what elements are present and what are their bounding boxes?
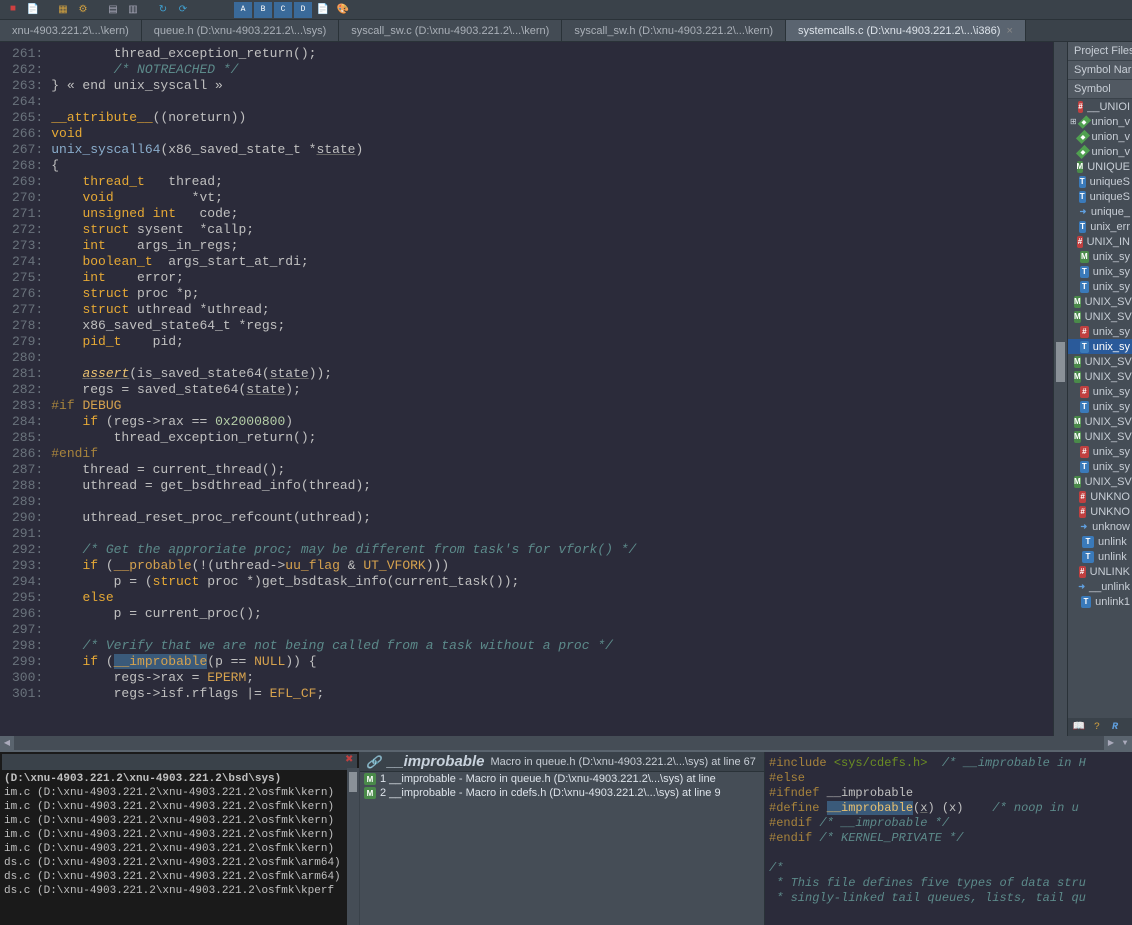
symbol-item[interactable]: #unix_sy [1068, 384, 1132, 399]
toolbar-view2-icon[interactable]: ▥ [124, 2, 142, 18]
close-icon[interactable]: × [1007, 25, 1013, 37]
symbol-item[interactable]: Tunix_err [1068, 219, 1132, 234]
symbol-item[interactable]: #UNKNO [1068, 489, 1132, 504]
editor-scrollbar[interactable] [1053, 42, 1067, 736]
symbol-item[interactable]: Tunix_sy [1068, 459, 1132, 474]
toolbar-doc-icon[interactable]: 📄 [24, 2, 42, 18]
symbol-item[interactable]: Tunix_sy [1068, 399, 1132, 414]
toolbar-config-icon[interactable]: ⚙ [74, 2, 92, 18]
symbol-item[interactable]: ◆union_v [1068, 129, 1132, 144]
symbol-item[interactable]: Tunlink [1068, 534, 1132, 549]
toolbar-stop-icon[interactable]: ■ [4, 2, 22, 18]
symbol-item[interactable]: Tunlink1 [1068, 594, 1132, 609]
symbol-item[interactable]: ➜unknow [1068, 519, 1132, 534]
symbol-item[interactable]: Tunix_sy [1068, 279, 1132, 294]
symbol-item[interactable]: TuniqueS [1068, 174, 1132, 189]
toolbar-view1-icon[interactable]: ▤ [104, 2, 122, 18]
toolbar-c-icon[interactable]: C [274, 2, 292, 18]
symbol-item[interactable]: ➜unique_ [1068, 204, 1132, 219]
symbol-item[interactable]: MUNIX_SV [1068, 294, 1132, 309]
output-scrollbar[interactable] [347, 768, 359, 925]
editor-tabs: xnu-4903.221.2\...\kern) queue.h (D:\xnu… [0, 20, 1132, 42]
tab-file-2[interactable]: syscall_sw.c (D:\xnu-4903.221.2\...\kern… [339, 20, 562, 41]
refs-subtitle: Macro in queue.h (D:\xnu-4903.221.2\...\… [490, 756, 755, 768]
ref-item[interactable]: M2 __improbable - Macro in cdefs.h (D:\x… [360, 786, 764, 800]
symbol-item[interactable]: #UNLINK [1068, 564, 1132, 579]
refs-link-icon[interactable]: 🔗 [366, 755, 381, 769]
output-pane[interactable]: ✖ (D:\xnu-4903.221.2\xnu-4903.221.2\bsd\… [0, 752, 360, 925]
pane-close-icon[interactable]: ✖ [345, 754, 357, 766]
symbol-item[interactable]: TuniqueS [1068, 189, 1132, 204]
code-content[interactable]: thread_exception_return(); /* NOTREACHED… [47, 42, 1053, 736]
symbol-item[interactable]: Tunix_sy [1068, 339, 1132, 354]
hscroll-right-icon[interactable]: ▶ [1104, 736, 1118, 750]
tab-file-3[interactable]: syscall_sw.h (D:\xnu-4903.221.2\...\kern… [562, 20, 786, 41]
ref-item[interactable]: M1 __improbable - Macro in queue.h (D:\x… [360, 772, 764, 786]
symbol-item[interactable]: MUNIX_SV [1068, 474, 1132, 489]
toolbar-grid-icon[interactable]: ▦ [54, 2, 72, 18]
symbol-item[interactable]: #__UNIOI [1068, 99, 1132, 114]
references-pane: 🔗 __improbable Macro in queue.h (D:\xnu-… [360, 752, 765, 925]
line-number-gutter: 261:262:263:264:265:266:267:268:269:270:… [0, 42, 47, 736]
symbol-header-name[interactable]: Symbol Nar [1068, 61, 1132, 80]
tab-file-1[interactable]: queue.h (D:\xnu-4903.221.2\...\sys) [142, 20, 339, 41]
toolbar-sync-icon[interactable]: ⟳ [174, 2, 192, 18]
hscroll-left-icon[interactable]: ◀ [0, 736, 14, 750]
symbol-item[interactable]: MUNIX_SV [1068, 369, 1132, 384]
symbol-item[interactable]: #UNKNO [1068, 504, 1132, 519]
symbol-item[interactable]: #UNIX_IN [1068, 234, 1132, 249]
symbol-item[interactable]: ➜__unlink [1068, 579, 1132, 594]
symbol-item[interactable]: #unix_sy [1068, 444, 1132, 459]
toolbar-d-icon[interactable]: D [294, 2, 312, 18]
code-editor[interactable]: 261:262:263:264:265:266:267:268:269:270:… [0, 42, 1067, 736]
toolbar-b-icon[interactable]: B [254, 2, 272, 18]
symbol-item[interactable]: MUNIX_SV [1068, 429, 1132, 444]
scrollbar-thumb[interactable] [1056, 342, 1065, 382]
hscroll-down-icon[interactable]: ▼ [1118, 736, 1132, 750]
symbol-item[interactable]: MUNIX_SV [1068, 414, 1132, 429]
preview-pane[interactable]: #include <sys/cdefs.h> /* __improbable i… [765, 752, 1132, 925]
symbol-item[interactable]: #unix_sy [1068, 324, 1132, 339]
horizontal-scrollbar[interactable]: ◀ ▶ ▼ [0, 736, 1132, 750]
symbol-header-symbol[interactable]: Symbol [1068, 80, 1132, 99]
symbol-header-files[interactable]: Project Files [1068, 42, 1132, 61]
symbol-item[interactable]: MUNIX_SV [1068, 309, 1132, 324]
main-toolbar: ■ 📄 ▦ ⚙ ▤ ▥ ↻ ⟳ A B C D 📄 🎨 [0, 0, 1132, 20]
symbol-toolbar: 📖 ? R [1068, 718, 1132, 736]
symbol-item[interactable]: Munix_sy [1068, 249, 1132, 264]
symbol-list[interactable]: #__UNIOI⊞◆union_v◆union_v◆union_vMUNIQUE… [1068, 99, 1132, 718]
tab-label: systemcalls.c (D:\xnu-4903.221.2\...\i38… [798, 25, 1000, 37]
output-text: (D:\xnu-4903.221.2\xnu-4903.221.2\bsd\sy… [2, 770, 357, 900]
sym-tool-help-icon[interactable]: ? [1090, 720, 1104, 734]
refs-title: __improbable [387, 753, 485, 770]
symbol-item[interactable]: ◆union_v [1068, 144, 1132, 159]
symbol-item[interactable]: ⊞◆union_v [1068, 114, 1132, 129]
sym-tool-book-icon[interactable]: 📖 [1072, 720, 1086, 734]
toolbar-palette-icon[interactable]: 🎨 [334, 2, 352, 18]
toolbar-doc2-icon[interactable]: 📄 [314, 2, 332, 18]
symbol-item[interactable]: Tunlink [1068, 549, 1132, 564]
refs-header: 🔗 __improbable Macro in queue.h (D:\xnu-… [360, 752, 764, 772]
symbol-item[interactable]: MUNIQUE [1068, 159, 1132, 174]
symbol-item[interactable]: Tunix_sy [1068, 264, 1132, 279]
sym-tool-r-icon[interactable]: R [1108, 720, 1122, 734]
tab-file-0[interactable]: xnu-4903.221.2\...\kern) [0, 20, 142, 41]
refs-list[interactable]: M1 __improbable - Macro in queue.h (D:\x… [360, 772, 764, 925]
toolbar-refresh-icon[interactable]: ↻ [154, 2, 172, 18]
tab-file-4[interactable]: systemcalls.c (D:\xnu-4903.221.2\...\i38… [786, 20, 1026, 41]
symbol-item[interactable]: MUNIX_SV [1068, 354, 1132, 369]
toolbar-a-icon[interactable]: A [234, 2, 252, 18]
symbol-panel: Project Files Symbol Nar Symbol #__UNIOI… [1067, 42, 1132, 736]
